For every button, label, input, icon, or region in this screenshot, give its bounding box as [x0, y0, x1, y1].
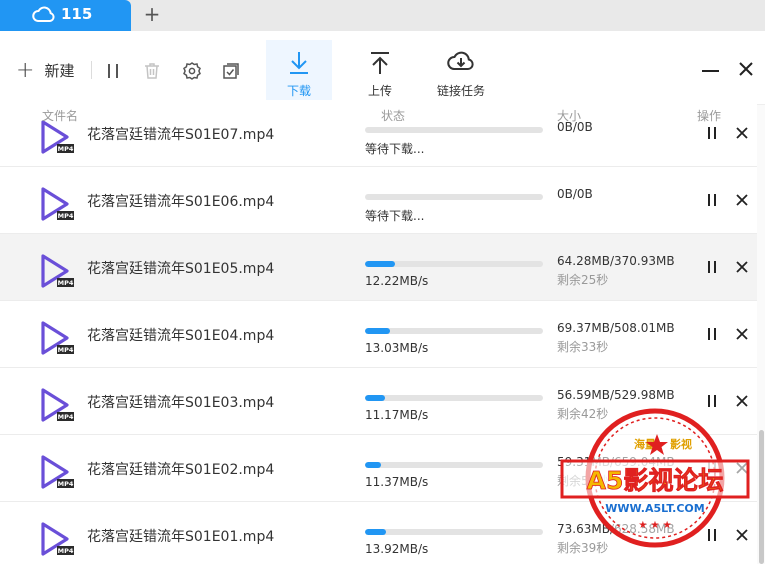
close-icon[interactable]: [738, 61, 754, 77]
trash-icon[interactable]: [142, 61, 162, 81]
download-manager-window: 115 + + 新建 下载 上传 链接任务 MP4 花落宫廷错流年S01E07.…: [0, 0, 765, 564]
progress-bar: [365, 127, 543, 133]
tab-download-label: 下载: [286, 84, 311, 98]
status-text: 等待下载...: [365, 209, 425, 223]
watermark-top-right: 影视: [670, 437, 692, 451]
pause-icon[interactable]: [706, 194, 718, 206]
scrollbar-thumb[interactable]: [759, 430, 764, 564]
minimize-icon[interactable]: [702, 70, 719, 72]
svg-text:MP4: MP4: [58, 547, 74, 555]
file-name: 花落宫廷错流年S01E07.mp4: [87, 127, 275, 143]
column-header: 文件名 状态 大小 操作: [0, 105, 765, 124]
watermark-stars: ★ ★ ★: [638, 520, 671, 531]
progress-bar: [365, 261, 543, 267]
svg-text:MP4: MP4: [58, 279, 74, 287]
pause-icon[interactable]: [103, 61, 123, 81]
file-name: 花落宫廷错流年S01E02.mp4: [87, 462, 275, 478]
progress-fill: [365, 462, 382, 468]
table-row[interactable]: MP4 花落宫廷错流年S01E06.mp4 等待下载... 0B/0B: [0, 167, 757, 234]
file-name: 花落宫廷错流年S01E01.mp4: [87, 529, 275, 545]
cloud-download-icon: [447, 51, 474, 70]
mp4-file-icon: MP4: [41, 388, 74, 422]
status-text: 11.37MB/s: [365, 475, 429, 489]
col-status: 状态: [381, 109, 406, 123]
progress-bar: [365, 194, 543, 200]
file-name: 花落宫廷错流年S01E06.mp4: [87, 194, 275, 210]
col-name: 文件名: [42, 109, 79, 123]
new-task-button[interactable]: + 新建: [16, 57, 75, 83]
status-text: 13.03MB/s: [365, 341, 429, 355]
col-size: 大小: [557, 109, 582, 123]
close-icon[interactable]: [736, 127, 748, 139]
size-text: 64.28MB/370.93MB: [557, 254, 675, 268]
close-icon[interactable]: [736, 328, 748, 340]
pause-icon[interactable]: [706, 261, 718, 273]
remaining-time: 剩余33秒: [557, 340, 609, 354]
tab-link-tasks[interactable]: 链接任务: [427, 40, 495, 104]
svg-text:MP4: MP4: [58, 212, 74, 220]
status-text: 13.92MB/s: [365, 542, 429, 556]
progress-fill: [365, 395, 385, 401]
mp4-file-icon: MP4: [41, 522, 74, 556]
size-text: 0B/0B: [557, 187, 593, 201]
file-name: 花落宫廷错流年S01E04.mp4: [87, 328, 275, 344]
mp4-file-icon: MP4: [41, 187, 74, 221]
progress-bar: [365, 462, 543, 468]
pause-icon[interactable]: [706, 127, 718, 139]
size-text: 69.37MB/508.01MB: [557, 321, 675, 335]
gear-icon[interactable]: [182, 61, 202, 81]
progress-fill: [365, 328, 390, 334]
new-task-label: 新建: [44, 62, 75, 80]
tab-115[interactable]: 115: [0, 0, 131, 31]
svg-text:MP4: MP4: [58, 413, 74, 421]
mp4-file-icon: MP4: [41, 254, 74, 288]
watermark-url: WWW.A5LT.COM: [605, 502, 704, 515]
progress-bar: [365, 395, 543, 401]
svg-text:MP4: MP4: [58, 346, 74, 354]
table-row[interactable]: MP4 花落宫廷错流年S01E04.mp4 13.03MB/s 69.37MB/508…: [0, 301, 757, 368]
file-name: 花落宫廷错流年S01E05.mp4: [87, 261, 275, 277]
progress-fill: [365, 261, 396, 267]
mp4-file-icon: MP4: [41, 321, 74, 355]
table-row[interactable]: MP4 花落宫廷错流年S01E05.mp4 12.22MB/s 64.28MB/370…: [0, 234, 757, 301]
watermark-main: A5影视论坛: [587, 466, 724, 495]
toolbar-divider: [91, 61, 92, 79]
mp4-file-icon: MP4: [41, 455, 74, 489]
progress-bar: [365, 328, 543, 334]
watermark-stamp: 海量 影视 A5影视论坛 WWW.A5LT.COM ★ ★ ★: [560, 408, 750, 548]
col-action: 操作: [697, 109, 722, 123]
tab-link-tasks-label: 链接任务: [436, 84, 485, 98]
plus-icon[interactable]: +: [141, 2, 163, 26]
tab-download[interactable]: 下载: [266, 40, 332, 104]
svg-text:MP4: MP4: [58, 480, 74, 488]
file-name: 花落宫廷错流年S01E03.mp4: [87, 395, 275, 411]
status-text: 12.22MB/s: [365, 274, 429, 288]
tab-upload[interactable]: 上传: [347, 40, 413, 104]
check-square-icon[interactable]: [221, 61, 241, 81]
tab-title: 115: [61, 5, 93, 23]
svg-text:MP4: MP4: [58, 145, 74, 153]
close-icon[interactable]: [736, 194, 748, 206]
pause-icon[interactable]: [706, 328, 718, 340]
mp4-file-icon: MP4: [41, 120, 74, 154]
upload-icon: [371, 52, 389, 74]
tab-bar: 115 +: [0, 0, 765, 31]
tab-upload-label: 上传: [367, 84, 392, 98]
status-text: 11.17MB/s: [365, 408, 429, 422]
plus-icon: +: [16, 57, 35, 83]
toolbar: + 新建 下载 上传 链接任务: [0, 31, 765, 105]
progress-fill: [365, 529, 387, 535]
download-icon: [290, 52, 308, 74]
cloud-icon: [32, 6, 55, 22]
close-icon[interactable]: [736, 261, 748, 273]
remaining-time: 剩余25秒: [557, 273, 609, 287]
status-text: 等待下载...: [365, 142, 425, 156]
progress-bar: [365, 529, 543, 535]
